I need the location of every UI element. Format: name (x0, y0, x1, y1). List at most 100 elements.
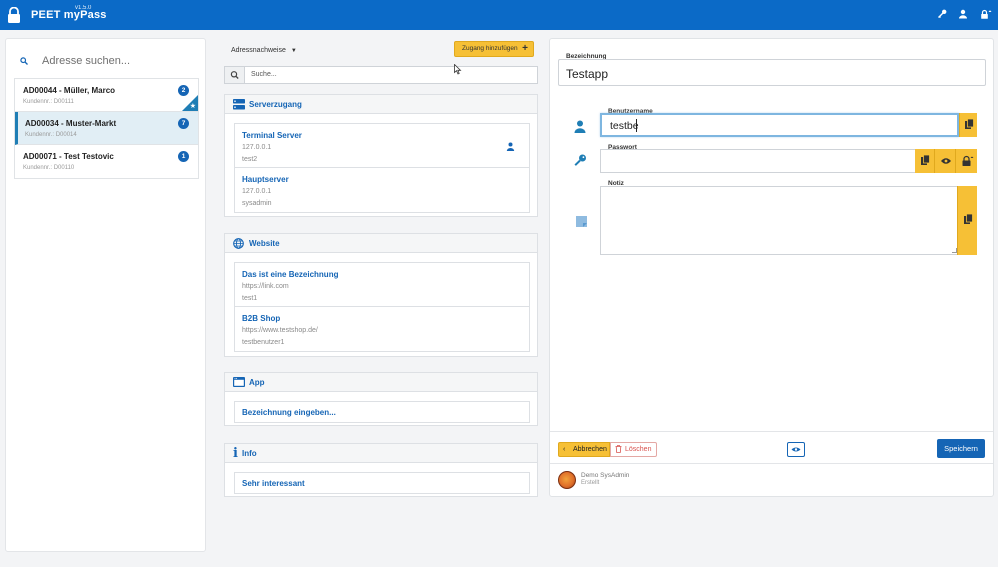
note-icon (576, 216, 587, 229)
creator-name: Demo SysAdmin (581, 472, 630, 479)
address-panel: Adresse suchen... AD00044 - Müller, Marc… (5, 38, 206, 552)
app-version: v1.5.0 (75, 5, 92, 11)
address-item-active[interactable]: AD00034 - Muster-Markt Kundennr.: D00014… (15, 112, 198, 145)
copy-password-button[interactable] (915, 149, 935, 173)
info-icon: i (233, 446, 238, 461)
card-title: Serverzugang (249, 100, 302, 109)
caret-down-icon: ▼ (290, 48, 297, 54)
entry-title: Bezeichnung eingeben... (242, 408, 336, 417)
address-item[interactable]: AD00071 - Test Testovic Kundennr.: D0011… (15, 145, 198, 178)
count-badge: 1 (178, 151, 189, 162)
user-icon[interactable] (958, 9, 968, 21)
copy-username-button[interactable] (959, 113, 977, 137)
entry-host: 127.0.0.1 (242, 188, 272, 195)
mouse-cursor-icon (454, 63, 462, 77)
search-button[interactable] (225, 67, 245, 83)
preview-button[interactable] (787, 442, 805, 457)
add-access-label: Zugang hinzufügen (462, 45, 518, 52)
card-header: Website (225, 234, 537, 253)
access-entry[interactable]: B2B Shop https://www.testshop.de/ testbe… (235, 307, 529, 351)
entry-list: Das ist eine Bezeichnung https://link.co… (234, 262, 530, 352)
server-icon (233, 99, 245, 112)
eye-icon (941, 158, 951, 164)
search-placeholder: Suche... (251, 71, 277, 78)
address-search-placeholder: Adresse suchen... (42, 55, 131, 67)
eye-icon (791, 447, 801, 452)
entry-url: https://link.com (242, 283, 289, 290)
show-password-button[interactable] (936, 149, 956, 173)
access-entry[interactable]: Hauptserver 127.0.0.1 sysadmin (235, 168, 529, 212)
save-label: Speichern (944, 444, 978, 453)
entry-title: Sehr interessant (242, 479, 305, 488)
entry-list: Bezeichnung eingeben... (234, 401, 530, 423)
search-icon (20, 57, 28, 67)
plus-icon: + (522, 43, 528, 54)
card-title: Info (242, 449, 257, 458)
info-card: i Info Sehr interessant (224, 443, 538, 497)
entry-title: Hauptserver (242, 175, 289, 184)
notiz-textarea[interactable] (600, 186, 959, 255)
entry-list: Sehr interessant (234, 472, 530, 494)
card-title: Website (249, 239, 280, 248)
cancel-label: Abbrechen (573, 446, 607, 453)
address-proof-dropdown[interactable]: Adressnachweise ▼ (231, 47, 297, 54)
entry-user: sysadmin (242, 200, 272, 207)
user-icon (574, 120, 586, 135)
cancel-button[interactable]: ‹ Abbrechen (558, 442, 610, 457)
copy-icon (964, 213, 973, 224)
entry-user: test1 (242, 295, 258, 302)
app-window-icon (233, 377, 245, 389)
passwort-input[interactable] (600, 149, 916, 173)
detail-panel: Bezeichnung Testapp Benutzername testbe … (549, 38, 994, 497)
top-bar: PEET myPass v1.5.0 (0, 0, 998, 30)
access-entry[interactable]: Bezeichnung eingeben... (235, 402, 529, 422)
website-card: Website Das ist eine Bezeichnung https:/… (224, 233, 538, 357)
bezeichnung-value: Testapp (566, 67, 609, 81)
key-icon (574, 154, 587, 168)
address-customer-number: Kundennr.: D00110 (23, 165, 75, 171)
address-customer-number: Kundennr.: D00014 (25, 132, 77, 138)
search-icon (230, 71, 239, 79)
lock-icon (7, 6, 21, 25)
entry-host: 127.0.0.1 (242, 144, 272, 151)
copy-note-button[interactable] (957, 186, 977, 255)
benutzername-input[interactable]: testbe (600, 113, 959, 137)
copy-icon (921, 154, 930, 165)
trash-icon (615, 445, 622, 458)
entry-user: test2 (242, 156, 258, 163)
generate-password-button[interactable] (957, 149, 977, 173)
card-header: App (225, 373, 537, 392)
delete-button[interactable]: Löschen (610, 442, 657, 457)
access-entry[interactable]: Das ist eine Bezeichnung https://link.co… (235, 263, 529, 307)
entry-list: Terminal Server 127.0.0.1 test2 Hauptser… (234, 123, 530, 213)
entry-url: https://www.testshop.de/ (242, 327, 318, 334)
delete-label: Löschen (625, 446, 652, 453)
key-icon[interactable] (937, 9, 947, 21)
add-access-button[interactable]: Zugang hinzufügen + (454, 41, 534, 57)
card-header: i Info (225, 444, 537, 463)
card-header: Serverzugang (225, 95, 537, 114)
copy-icon (965, 118, 974, 129)
benutzername-value: testbe (610, 120, 639, 132)
server-access-card: Serverzugang Terminal Server 127.0.0.1 t… (224, 94, 538, 217)
access-entry[interactable]: Terminal Server 127.0.0.1 test2 (235, 124, 529, 168)
user-shield-icon (506, 142, 515, 153)
address-list: AD00044 - Müller, Marco Kundennr.: D0011… (14, 78, 199, 179)
text-caret (636, 119, 637, 132)
entry-user: testbenutzer1 (242, 339, 285, 346)
address-name: AD00044 - Müller, Marco (23, 86, 116, 95)
dropdown-label: Adressnachweise (231, 47, 286, 54)
app-card: App Bezeichnung eingeben... (224, 372, 538, 426)
card-title: App (249, 378, 265, 387)
access-search-input[interactable]: Suche... (224, 66, 538, 84)
access-entry[interactable]: Sehr interessant (235, 473, 529, 493)
address-search[interactable]: Adresse suchen... (18, 54, 193, 70)
globe-icon (233, 238, 244, 251)
save-button[interactable]: Speichern (937, 439, 985, 458)
address-name: AD00034 - Muster-Markt (25, 119, 117, 128)
chevron-left-icon: ‹ (563, 446, 566, 453)
logout-lock-icon[interactable] (980, 9, 992, 21)
entry-title: B2B Shop (242, 314, 281, 323)
bezeichnung-input[interactable]: Testapp (558, 59, 986, 86)
address-item[interactable]: AD00044 - Müller, Marco Kundennr.: D0011… (15, 79, 198, 112)
